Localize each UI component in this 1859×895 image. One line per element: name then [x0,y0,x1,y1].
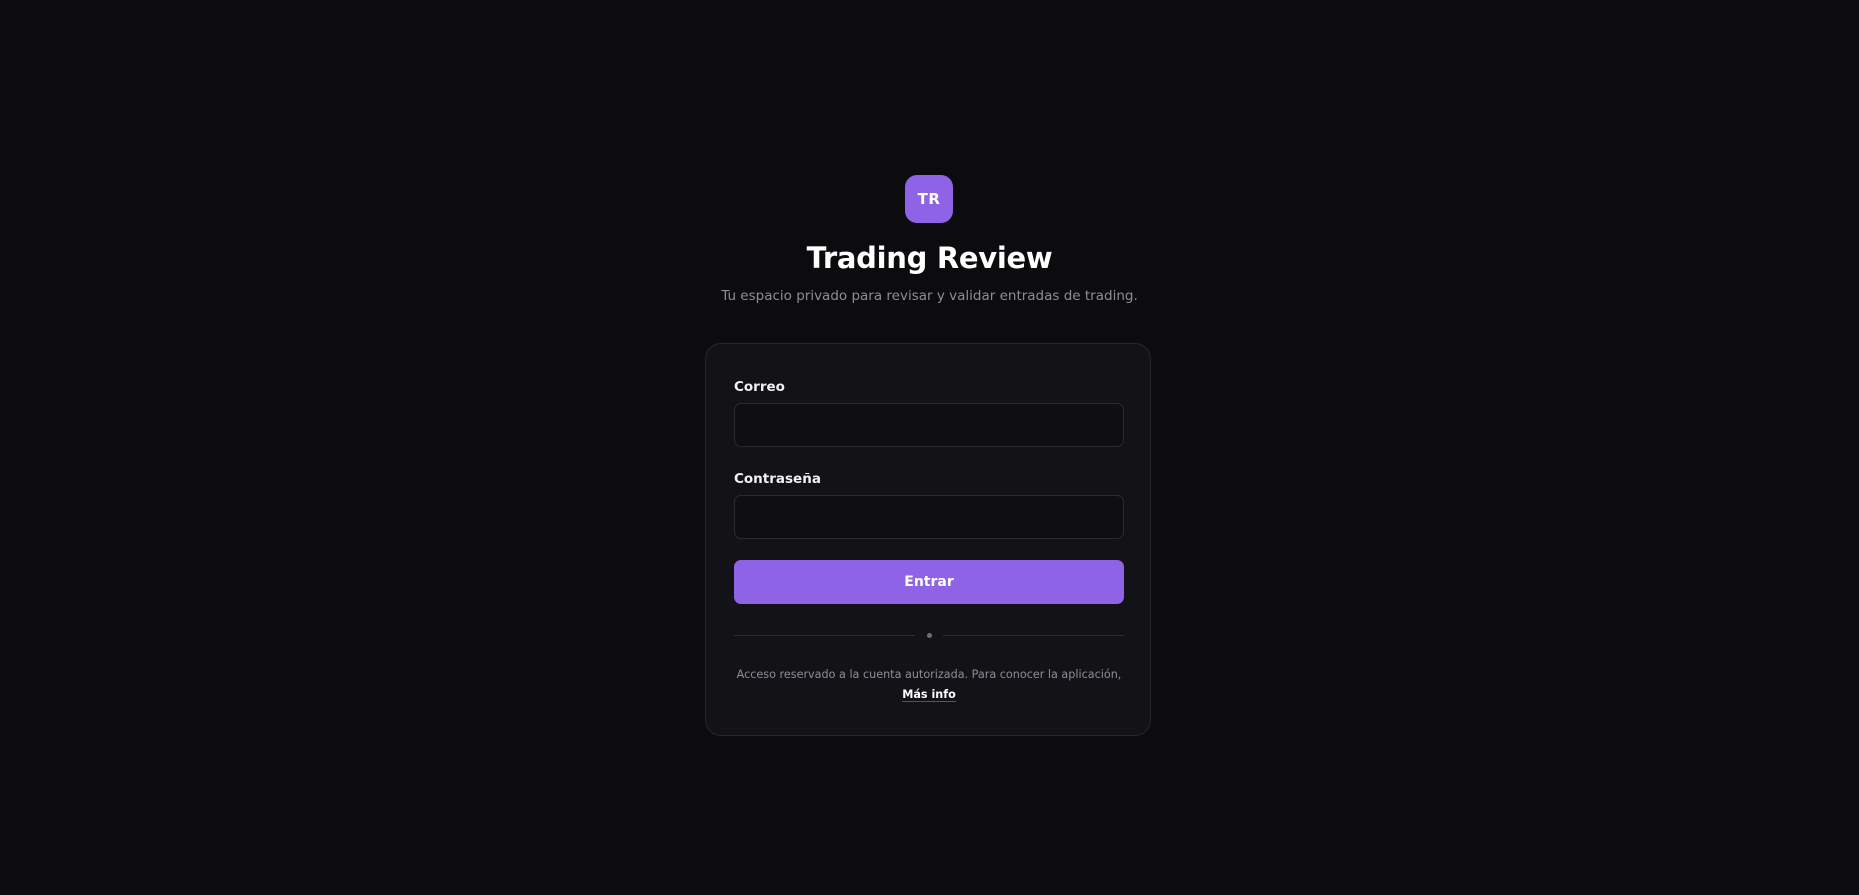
password-field[interactable] [734,495,1124,539]
divider-dot [927,633,932,638]
login-button[interactable]: Entrar [734,560,1124,604]
footer-note: Acceso reservado a la cuenta autorizada.… [734,665,1124,705]
login-page: TR Trading Review Tu espacio privado par… [0,0,1859,895]
app-logo-text: TR [917,190,941,208]
page-subtitle: Tu espacio privado para revisar y valida… [721,288,1138,304]
page-title: Trading Review [806,241,1053,275]
footer-text: Acceso reservado a la cuenta autorizada.… [736,668,1122,681]
login-card: Correo Contraseña Entrar Acceso reservad… [705,343,1151,736]
divider-line-right [943,635,1124,636]
app-logo: TR [905,175,953,223]
password-label: Contraseña [734,471,821,487]
email-field[interactable] [734,403,1124,447]
divider-line-left [734,635,915,636]
more-info-link[interactable]: Más info [902,688,956,702]
email-label: Correo [734,379,785,395]
divider [734,633,1124,639]
